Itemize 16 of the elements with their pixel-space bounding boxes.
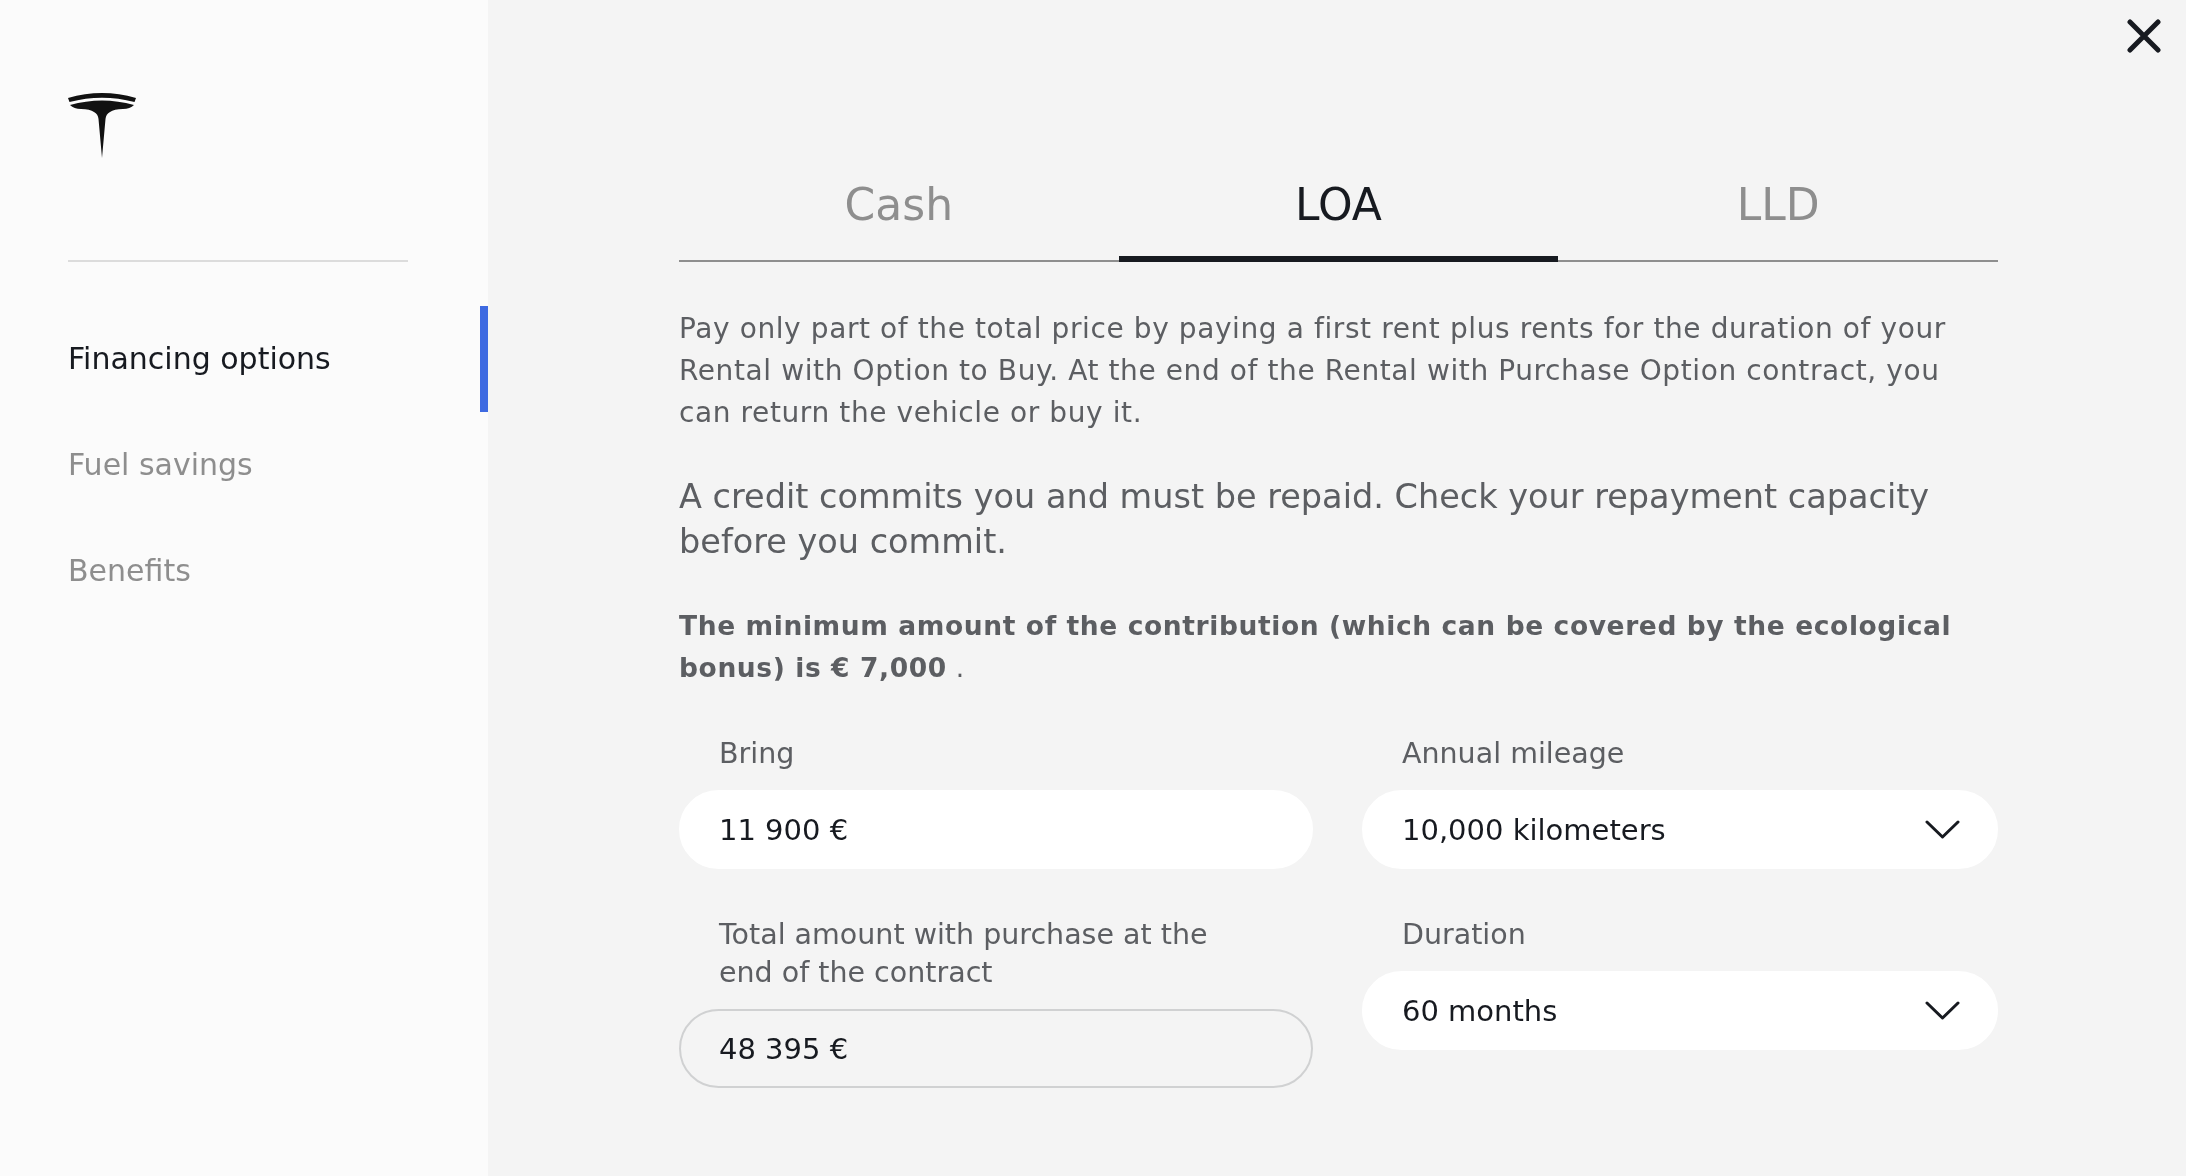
read-only-field[interactable]: 48 395 € — [679, 1009, 1313, 1088]
tab[interactable]: LOA — [1118, 179, 1559, 262]
input-field[interactable]: 11 900 € — [679, 790, 1313, 869]
minimum-contribution-text: The minimum amount of the contribution (which can be covered by the ecological bonus) is € 7,000 . — [679, 609, 1953, 685]
field-label: Duration — [1401, 917, 1527, 953]
field-label: Total amount with purchase at the end of the contract — [718, 917, 1209, 991]
chevron-down-icon — [1925, 820, 1960, 839]
field-label: Annual mileage — [1401, 736, 1626, 772]
field-label: Bring — [718, 736, 796, 772]
close-icon — [2127, 19, 2161, 53]
credit-warning-text: A credit commits you and must be repaid. Check your repayment capacity before you commit. — [679, 476, 1931, 563]
dropdown[interactable]: 60 months — [1362, 971, 1998, 1050]
chevron-down-icon — [1925, 1001, 1960, 1020]
sidebar-link[interactable]: Financing options — [68, 339, 331, 379]
description-text: Pay only part of the total price by paying a first rent plus rents for the duration of your Rental with Option to Buy. At the end of the Rental with Purchase Option contract, you can return the vehicle or buy it. — [679, 311, 1947, 431]
dropdown[interactable]: 10,000 kilometers — [1362, 790, 1998, 869]
